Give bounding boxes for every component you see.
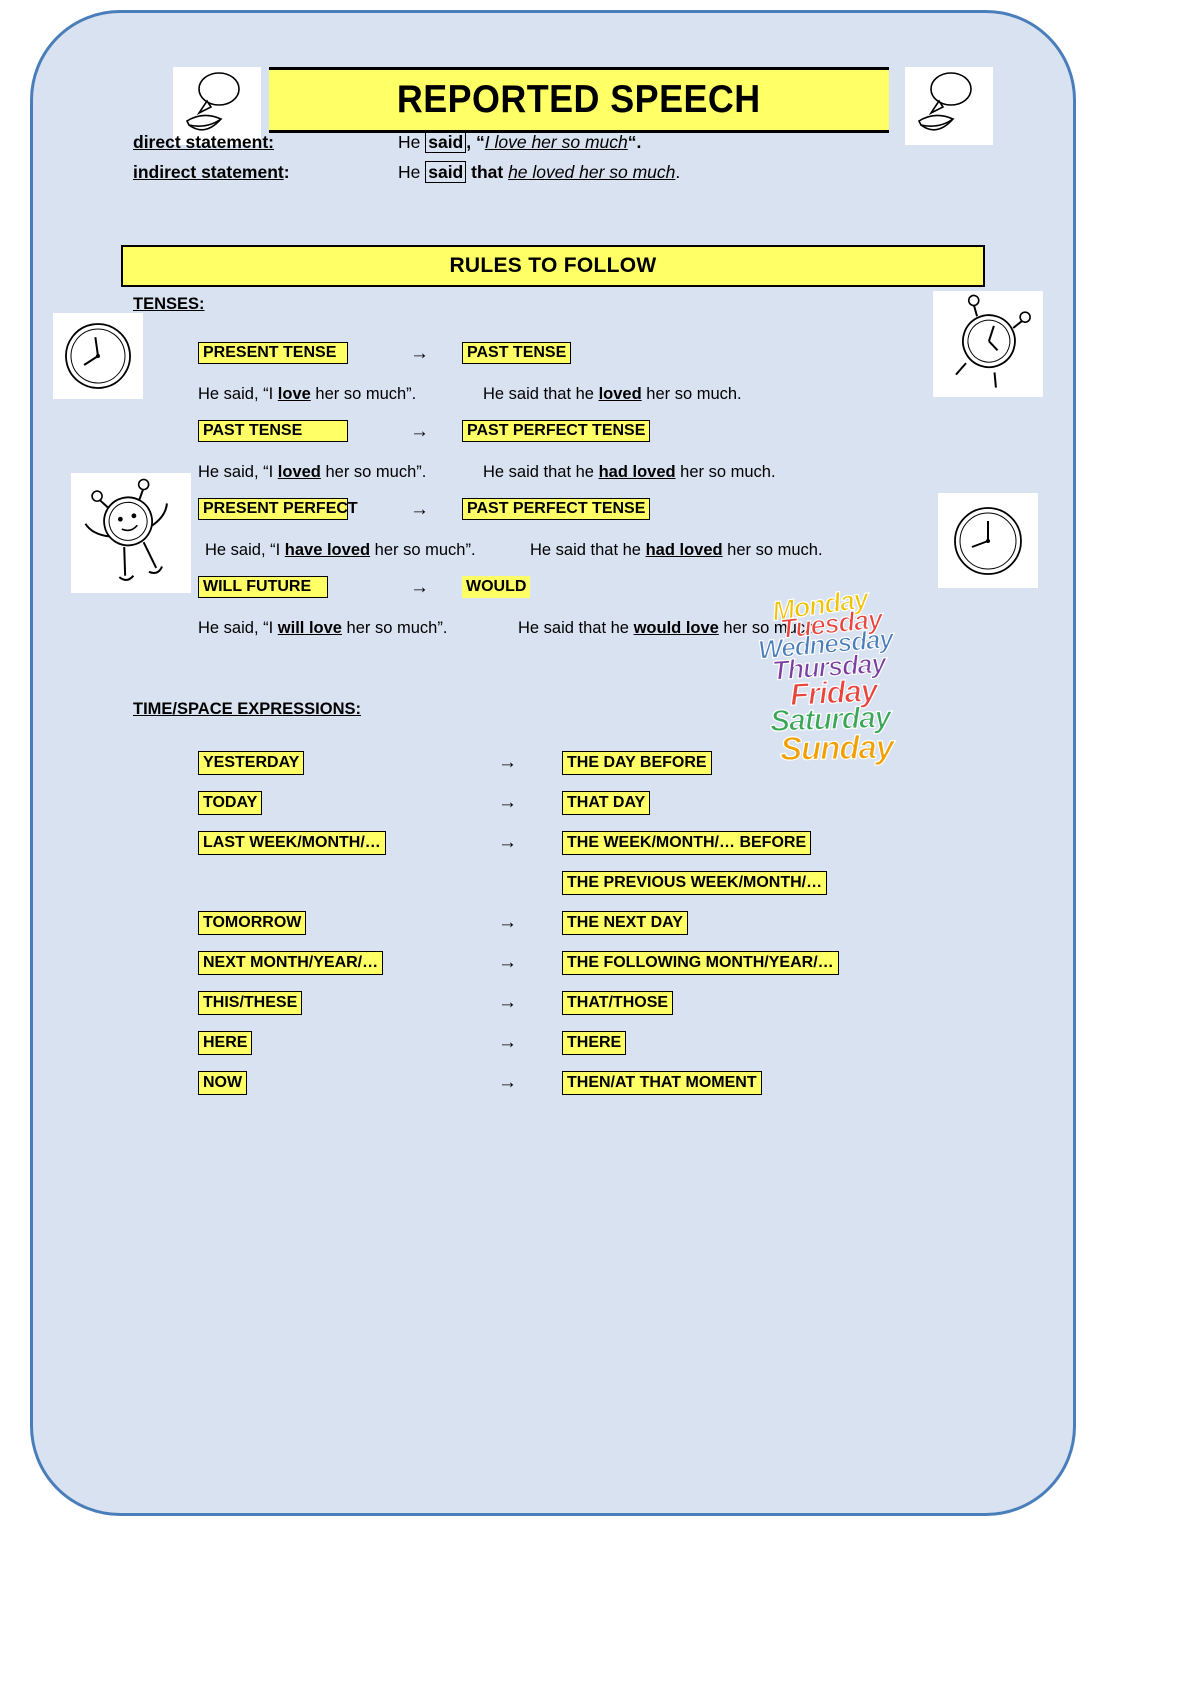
tense-row-2: PRESENT PERFECT → PAST PERFECT TENSE — [198, 496, 938, 522]
tense-from-3: WILL FUTURE — [198, 575, 328, 599]
said-box-indirect: said — [425, 160, 467, 183]
time-to-8: THEN/AT THAT MOMENT — [562, 1071, 762, 1095]
header: REPORTED SPEECH — [143, 41, 1003, 145]
time-to-7: THERE — [562, 1031, 627, 1055]
indirect-statement-row: indirect statement: He said that he love… — [133, 160, 933, 185]
time-space-list: YESTERDAY → THE DAY BEFORE TODAY → THAT … — [198, 743, 958, 1103]
direct-statement-text: He said, “I love her so much“. — [398, 131, 642, 153]
arrow-icon-tense-2: → — [410, 498, 429, 520]
said-box-direct: said — [425, 131, 467, 153]
arrow-icon-time-2: → — [498, 832, 517, 853]
tense-example-direct-3: He said, “I will love her so much”. — [198, 619, 448, 637]
tense-row-0: PRESENT TENSE → PAST TENSE — [198, 340, 938, 366]
page-title: REPORTED SPEECH — [269, 67, 889, 133]
clock-icon-middle-right — [938, 493, 1038, 588]
tense-from-2: PRESENT PERFECT — [198, 497, 358, 521]
time-space-row: LAST WEEK/MONTH/… → THE WEEK/MONTH/… BEF… — [198, 823, 958, 863]
tense-example-direct-0: He said, “I love her so much”. — [198, 385, 417, 403]
tense-example-indirect-0: He said that he loved her so much. — [483, 385, 742, 403]
tense-example-1: He said, “I loved her so much”. He said … — [198, 462, 938, 483]
time-space-row: TOMORROW → THE NEXT DAY — [198, 903, 958, 943]
time-from-7: HERE — [198, 1031, 253, 1055]
arrow-icon-tense-0: → — [410, 342, 429, 364]
time-to-3: THE PREVIOUS WEEK/MONTH/… — [562, 871, 828, 895]
arrow-icon-tense-3: → — [410, 576, 429, 598]
time-space-row: THE PREVIOUS WEEK/MONTH/… — [198, 863, 958, 903]
time-to-0: THE DAY BEFORE — [562, 751, 712, 775]
arrow-icon-time-8: → — [498, 1072, 517, 1093]
page-title-text: REPORTED SPEECH — [397, 78, 761, 121]
indirect-statement-label: indirect statement: — [133, 161, 290, 182]
tense-example-indirect-2: He said that he had loved her so much. — [530, 541, 823, 559]
tense-example-indirect-1: He said that he had loved her so much. — [483, 463, 776, 481]
arrow-icon-time-6: → — [498, 992, 517, 1013]
indirect-statement-text: He said that he loved her so much. — [398, 160, 681, 183]
tense-example-direct-1: He said, “I loved her so much”. — [198, 463, 427, 481]
tense-example-direct-2: He said, “I have loved her so much”. — [205, 541, 476, 559]
time-space-row: YESTERDAY → THE DAY BEFORE — [198, 743, 958, 783]
time-from-1: TODAY — [198, 791, 263, 815]
time-space-row: HERE → THERE — [198, 1023, 958, 1063]
tense-row-1: PAST TENSE → PAST PERFECT TENSE — [198, 418, 938, 444]
tense-to-1: PAST PERFECT TENSE — [462, 419, 651, 443]
worksheet-page: REPORTED SPEECH direct statement: He sai… — [30, 10, 1076, 1516]
rules-banner: RULES TO FOLLOW — [121, 245, 985, 287]
time-space-heading: TIME/SPACE EXPRESSIONS: — [133, 700, 361, 718]
tense-to-0: PAST TENSE — [462, 341, 572, 365]
tenses-heading: TENSES: — [133, 295, 205, 313]
time-space-row: TODAY → THAT DAY — [198, 783, 958, 823]
tense-example-0: He said, “I love her so much”. He said t… — [198, 384, 938, 405]
direct-statement-label: direct statement: — [133, 132, 275, 152]
statements-block: direct statement: He said, “I love her s… — [133, 131, 933, 190]
arrow-icon-time-0: → — [498, 752, 517, 773]
arrow-icon-time-5: → — [498, 952, 517, 973]
time-to-2: THE WEEK/MONTH/… BEFORE — [562, 831, 812, 855]
time-from-8: NOW — [198, 1071, 248, 1095]
time-from-0: YESTERDAY — [198, 751, 305, 775]
direct-statement-row: direct statement: He said, “I love her s… — [133, 131, 933, 155]
rules-banner-text: RULES TO FOLLOW — [449, 254, 657, 277]
arrow-icon-time-7: → — [498, 1032, 517, 1053]
tense-from-1: PAST TENSE — [198, 419, 348, 443]
time-from-6: THIS/THESE — [198, 991, 303, 1015]
arrow-icon-time-4: → — [498, 912, 517, 933]
time-to-1: THAT DAY — [562, 791, 651, 815]
clock-icon-top-left — [53, 313, 143, 399]
tense-to-3: WOULD — [462, 575, 531, 599]
arrow-icon-time-1: → — [498, 792, 517, 813]
arrow-icon-tense-1: → — [410, 420, 429, 442]
tense-from-0: PRESENT TENSE — [198, 341, 348, 365]
time-from-4: TOMORROW — [198, 911, 307, 935]
clock-icon-top-right — [929, 286, 1047, 402]
time-from-2: LAST WEEK/MONTH/… — [198, 831, 386, 855]
time-from-5: NEXT MONTH/YEAR/… — [198, 951, 384, 975]
time-to-4: THE NEXT DAY — [562, 911, 688, 935]
time-space-row: THIS/THESE → THAT/THOSE — [198, 983, 958, 1023]
time-space-row: NOW → THEN/AT THAT MOMENT — [198, 1063, 958, 1103]
time-to-5: THE FOLLOWING MONTH/YEAR/… — [562, 951, 839, 975]
time-space-row: NEXT MONTH/YEAR/… → THE FOLLOWING MONTH/… — [198, 943, 958, 983]
time-to-6: THAT/THOSE — [562, 991, 674, 1015]
tense-to-2: PAST PERFECT TENSE — [462, 497, 651, 521]
tense-example-2: He said, “I have loved her so much”. He … — [205, 540, 945, 561]
clock-character-icon-left — [67, 469, 195, 597]
